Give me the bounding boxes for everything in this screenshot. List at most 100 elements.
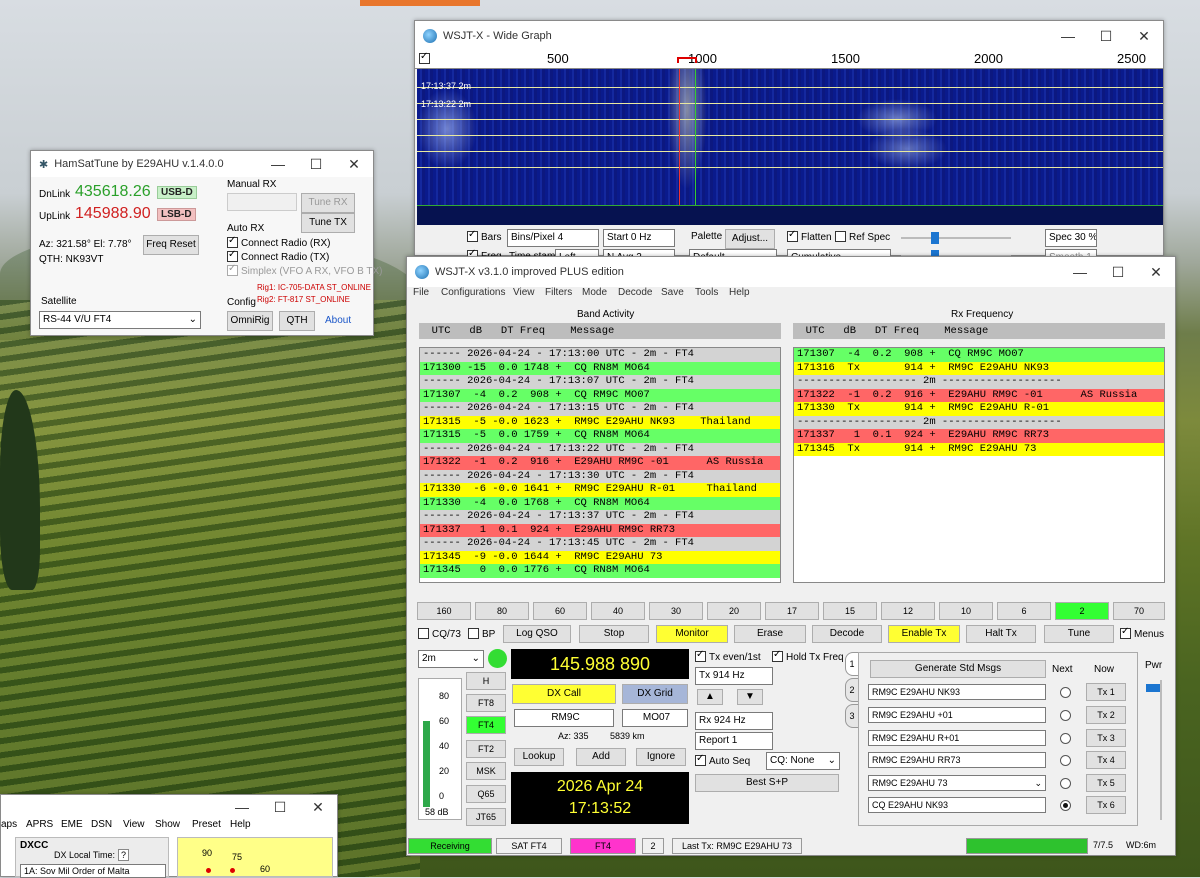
menus-checkbox[interactable]: Menus xyxy=(1120,626,1164,640)
tx1-message[interactable]: RM9C E29AHU NK93 xyxy=(868,684,1046,700)
about-link[interactable]: About xyxy=(325,315,351,326)
decode-row[interactable]: 171315 -5 -0.0 1623 + RM9C E29AHU NK93 T… xyxy=(420,415,780,429)
menu-filters[interactable]: Filters xyxy=(545,287,572,298)
decode-row[interactable]: 171345 0 0.0 1776 + CQ RN8M MO64 xyxy=(420,564,780,578)
power-slider-handle[interactable] xyxy=(1146,684,1160,692)
stop-button[interactable]: Stop xyxy=(579,625,649,643)
halt-tx-button[interactable]: Halt Tx xyxy=(966,625,1036,643)
start-spin[interactable]: Start 0 Hz xyxy=(603,229,675,247)
dx-grid-label-button[interactable]: DX Grid xyxy=(622,684,688,704)
band-button-30[interactable]: 30 xyxy=(649,602,703,620)
scale-checkbox[interactable] xyxy=(419,51,430,64)
cq-select[interactable]: CQ: None ⌄ xyxy=(766,752,840,770)
tx6-radio[interactable] xyxy=(1060,800,1071,811)
tx5-button[interactable]: Tx 5 xyxy=(1086,774,1126,792)
tune-rx-button[interactable]: Tune RX xyxy=(301,193,355,213)
band-button-17[interactable]: 17 xyxy=(765,602,819,620)
mode-button-ft4-active[interactable]: FT4 xyxy=(466,716,506,734)
dx-call-input[interactable]: RM9C xyxy=(514,709,614,727)
tab-2[interactable]: 2 xyxy=(845,678,859,702)
menu-show[interactable]: Show xyxy=(155,819,180,830)
tx2-button[interactable]: Tx 2 xyxy=(1086,706,1126,724)
band-button-2-active[interactable]: 2 xyxy=(1055,602,1109,620)
decode-row[interactable]: 171345 -9 -0.0 1644 + RM9C E29AHU 73 xyxy=(420,550,780,564)
erase-button[interactable]: Erase xyxy=(734,625,806,643)
menu-aprs[interactable]: APRS xyxy=(26,819,53,830)
simplex-checkbox[interactable]: Simplex (VFO A RX, VFO B TX) xyxy=(227,263,383,277)
menu-maps[interactable]: aps xyxy=(1,819,17,830)
tab-3[interactable]: 3 xyxy=(845,704,859,728)
adjust-button[interactable]: Adjust... xyxy=(725,229,775,249)
band-button-20[interactable]: 20 xyxy=(707,602,761,620)
rx-freq-spin[interactable]: Rx 924 Hz xyxy=(695,712,773,730)
menu-configurations[interactable]: Configurations xyxy=(441,287,505,298)
band-activity-list[interactable]: ------ 2026-04-24 - 17:13:00 UTC - 2m - … xyxy=(419,347,781,583)
hamsattune-titlebar[interactable]: ✱ HamSatTune by E29AHU v.1.4.0.0 — ☐ ✕ xyxy=(31,151,373,177)
waterfall[interactable]: 17:13:37 2m 17:13:22 2m xyxy=(417,69,1163,225)
band-select[interactable]: 2m ⌄ xyxy=(418,650,484,668)
decode-row[interactable]: ------ 2026-04-24 - 17:13:30 UTC - 2m - … xyxy=(420,469,780,483)
menu-help[interactable]: Help xyxy=(729,287,750,298)
minimize-icon[interactable]: — xyxy=(259,156,297,173)
decode-row[interactable]: 171330 -4 0.0 1768 + CQ RN8M MO64 xyxy=(420,496,780,510)
wide-graph-titlebar[interactable]: WSJT-X - Wide Graph — ☐ ✕ xyxy=(415,21,1163,51)
tx6-message[interactable]: CQ E29AHU NK93 xyxy=(868,797,1046,813)
auto-seq-checkbox[interactable]: Auto Seq xyxy=(695,753,750,767)
menu-eme[interactable]: EME xyxy=(61,819,83,830)
tx4-message[interactable]: RM9C E29AHU RR73 xyxy=(868,752,1046,768)
tx2-radio[interactable] xyxy=(1060,710,1071,721)
satellite-select[interactable]: RS-44 V/U FT4 ⌄ xyxy=(39,311,201,329)
decode-row[interactable]: ------ 2026-04-24 - 17:13:37 UTC - 2m - … xyxy=(420,510,780,524)
arrow-down-icon[interactable]: ▼ xyxy=(737,689,763,705)
tx4-button[interactable]: Tx 4 xyxy=(1086,751,1126,769)
minimize-icon[interactable]: — xyxy=(223,799,261,816)
decode-row[interactable]: ------ 2026-04-24 - 17:13:15 UTC - 2m - … xyxy=(420,402,780,416)
band-button-12[interactable]: 12 xyxy=(881,602,935,620)
maximize-icon[interactable]: ☐ xyxy=(297,156,335,173)
maximize-icon[interactable]: ☐ xyxy=(1087,28,1125,45)
decode-row[interactable]: ------ 2026-04-24 - 17:13:00 UTC - 2m - … xyxy=(420,348,780,362)
gain-slider[interactable] xyxy=(901,232,1011,244)
decode-row[interactable]: 171307 -4 0.2 908 + CQ RM9C MO07 xyxy=(794,348,1164,362)
decode-row[interactable]: 171337 1 0.1 924 + E29AHU RM9C RR73 xyxy=(794,429,1164,443)
decode-row[interactable]: 171316 Tx 914 + RM9C E29AHU NK93 xyxy=(794,361,1164,375)
lookup-button[interactable]: Lookup xyxy=(514,748,564,766)
mode-button-jt65[interactable]: JT65 xyxy=(466,808,506,826)
enable-tx-button[interactable]: Enable Tx xyxy=(888,625,960,643)
tx5-message-select[interactable]: RM9C E29AHU 73 ⌄ xyxy=(868,775,1046,791)
add-button[interactable]: Add xyxy=(576,748,626,766)
menu-dsn[interactable]: DSN xyxy=(91,819,112,830)
band-button-15[interactable]: 15 xyxy=(823,602,877,620)
refspec-checkbox[interactable]: Ref Spec xyxy=(835,231,890,243)
decode-row[interactable]: ------------------- 2m -----------------… xyxy=(794,375,1164,389)
generate-std-msgs-button[interactable]: Generate Std Msgs xyxy=(870,660,1046,678)
tx3-message[interactable]: RM9C E29AHU R+01 xyxy=(868,730,1046,746)
tx-freq-spin[interactable]: Tx 914 Hz xyxy=(695,667,773,685)
dxcc-entity-list[interactable]: 1A: Sov Mil Order of Malta xyxy=(20,864,166,878)
report-spin[interactable]: Report 1 xyxy=(695,732,773,750)
power-slider[interactable] xyxy=(1146,680,1162,820)
decode-row[interactable]: 171330 Tx 914 + RM9C E29AHU R-01 xyxy=(794,402,1164,416)
decode-row[interactable]: 171330 -6 -0.0 1641 + RM9C E29AHU R-01 T… xyxy=(420,483,780,497)
tx-even-checkbox[interactable]: Tx even/1st xyxy=(695,649,761,663)
tx6-button[interactable]: Tx 6 xyxy=(1086,796,1126,814)
minimize-icon[interactable]: — xyxy=(1049,28,1087,45)
decode-row[interactable]: 171345 Tx 914 + RM9C E29AHU 73 xyxy=(794,442,1164,456)
decode-button[interactable]: Decode xyxy=(812,625,882,643)
decode-row[interactable]: 171300 -15 0.0 1748 + CQ RN8M MO64 xyxy=(420,361,780,375)
manual-rx-input[interactable] xyxy=(227,193,297,211)
cq73-checkbox[interactable]: CQ/73 xyxy=(418,628,461,640)
tab-1[interactable]: 1 xyxy=(845,652,859,676)
mode-button-ft8[interactable]: FT8 xyxy=(466,694,506,712)
decode-row[interactable]: ------ 2026-04-24 - 17:13:07 UTC - 2m - … xyxy=(420,375,780,389)
menu-view[interactable]: View xyxy=(123,819,145,830)
bp-checkbox[interactable]: BP xyxy=(468,628,495,640)
spec-spin[interactable]: Spec 30 % xyxy=(1045,229,1097,247)
tx1-button[interactable]: Tx 1 xyxy=(1086,683,1126,701)
tx3-button[interactable]: Tx 3 xyxy=(1086,729,1126,747)
band-button-70[interactable]: 70 xyxy=(1113,602,1165,620)
mode-button-h[interactable]: H xyxy=(466,672,506,690)
decode-row[interactable]: 171307 -4 0.2 908 + CQ RM9C MO07 xyxy=(420,388,780,402)
bins-pixel-spin[interactable]: Bins/Pixel 4 xyxy=(507,229,599,247)
close-icon[interactable]: ✕ xyxy=(299,799,337,816)
